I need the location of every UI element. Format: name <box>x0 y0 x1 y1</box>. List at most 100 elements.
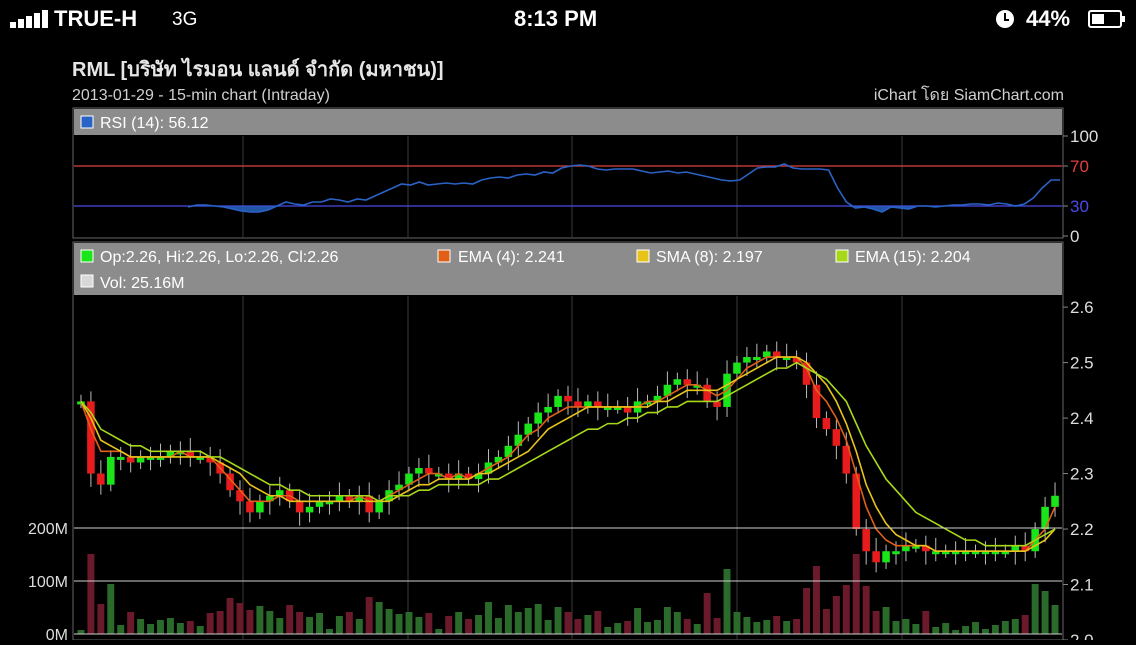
candle-body <box>256 501 264 513</box>
volume-bar <box>882 607 890 634</box>
volume-bar <box>813 566 820 634</box>
volume-bar <box>465 619 473 634</box>
volume-bar <box>335 616 343 634</box>
volume-bar <box>902 619 910 634</box>
volume-bar <box>554 607 562 634</box>
volume-bar <box>485 602 492 634</box>
volume-bar <box>534 604 542 634</box>
volume-bar <box>524 608 532 634</box>
signal-strength-icon <box>10 10 52 28</box>
volume-bar <box>316 613 323 634</box>
volume-bar <box>862 586 870 634</box>
candle-body <box>365 495 373 513</box>
candle-body <box>1011 545 1020 552</box>
volume-bar <box>892 621 900 634</box>
candle-body <box>594 401 602 407</box>
volume-bar <box>653 620 661 634</box>
rsi-tick-label: 0 <box>1070 227 1079 246</box>
volume-bar <box>226 598 234 634</box>
volume-bar <box>186 621 194 634</box>
volume-bar <box>942 623 950 634</box>
candle-body <box>822 418 831 430</box>
volume-bar <box>365 597 373 634</box>
candle-body <box>623 406 632 413</box>
candle-body <box>504 445 513 457</box>
price-tick-label: 2.2 <box>1070 520 1094 539</box>
stock-chart[interactable]: RML [บริษัท ไรมอน แลนด์ จำกัด (มหาชน)] 2… <box>0 40 1136 645</box>
chart-subtitle: 2013-01-29 - 15-min chart (Intraday) <box>72 87 330 104</box>
volume-bar <box>584 615 592 634</box>
candle-body <box>514 434 523 446</box>
candle-body <box>832 429 841 446</box>
candle-body <box>415 468 423 474</box>
candle-body <box>733 362 741 374</box>
candle-body <box>295 501 304 513</box>
rsi-tick-label: 70 <box>1070 157 1089 176</box>
candle-body <box>554 395 562 407</box>
candle-body <box>375 501 383 513</box>
volume-bar <box>763 620 771 634</box>
volume-bar <box>445 616 453 634</box>
volume-bar <box>157 620 164 634</box>
status-bar: TRUE-H 3G 8:13 PM 44% <box>0 0 1136 40</box>
candle-body <box>107 456 115 485</box>
volume-bar <box>87 554 95 634</box>
volume-bar <box>286 605 294 634</box>
volume-bar <box>166 618 174 634</box>
volume-bar <box>455 612 463 634</box>
volume-bar <box>1041 591 1049 634</box>
volume-bar <box>723 569 731 634</box>
volume-tick-label: 100M <box>28 574 68 591</box>
volume-bar <box>962 626 970 634</box>
volume-bar <box>345 612 353 634</box>
volume-bar <box>733 612 741 634</box>
volume-bar <box>1021 615 1029 634</box>
ema4-legend-swatch <box>437 249 451 263</box>
volume-bar <box>594 611 602 634</box>
volume-bar <box>693 624 701 634</box>
rsi-tick-label: 100 <box>1070 127 1098 146</box>
candle-body <box>275 490 284 496</box>
ema4-legend-label: EMA (4): 2.241 <box>458 249 565 266</box>
candle-body <box>872 551 880 563</box>
volume-bar <box>425 613 433 634</box>
volume-bar <box>604 627 612 634</box>
volume-bar <box>405 612 413 634</box>
network-type: 3G <box>172 9 198 30</box>
volume-bar <box>246 610 254 634</box>
ema15-legend-label: EMA (15): 2.204 <box>855 249 971 266</box>
price-tick-label: 2.4 <box>1070 409 1094 428</box>
candle-body <box>882 551 890 563</box>
volume-bar <box>952 630 960 634</box>
volume-bar <box>1011 619 1019 634</box>
volume-bar <box>793 619 801 634</box>
candle-body <box>902 545 910 552</box>
volume-bar <box>614 623 622 634</box>
price-tick-label: 2.1 <box>1070 576 1094 595</box>
candle-body <box>743 357 751 363</box>
volume-bar <box>822 609 830 634</box>
candle-body <box>544 406 552 413</box>
price-tick-label: 2.5 <box>1070 354 1094 373</box>
volume-bar <box>147 624 155 634</box>
volume-bar <box>196 626 204 634</box>
candle-body <box>584 401 592 407</box>
volume-tick-label: 0M <box>46 627 68 640</box>
candle-body <box>246 501 254 513</box>
chart-credit: iChart โดย SiamChart.com <box>874 85 1064 104</box>
volume-bar <box>842 585 850 634</box>
candle-body <box>97 473 105 485</box>
volume-bar <box>107 584 115 634</box>
volume-legend-swatch <box>80 274 94 288</box>
volume-bar <box>803 588 811 634</box>
price-tick-label: 2.6 <box>1070 298 1094 317</box>
rsi-tick-label: 30 <box>1070 197 1089 216</box>
rsi-legend-label: RSI (14): 56.12 <box>100 115 209 132</box>
volume-bar <box>77 630 85 634</box>
volume-bar <box>922 611 930 634</box>
volume-bar <box>375 602 383 634</box>
volume-bar <box>783 621 791 634</box>
volume-bar <box>97 604 105 634</box>
candle-body <box>574 401 582 407</box>
volume-bar <box>385 609 393 634</box>
